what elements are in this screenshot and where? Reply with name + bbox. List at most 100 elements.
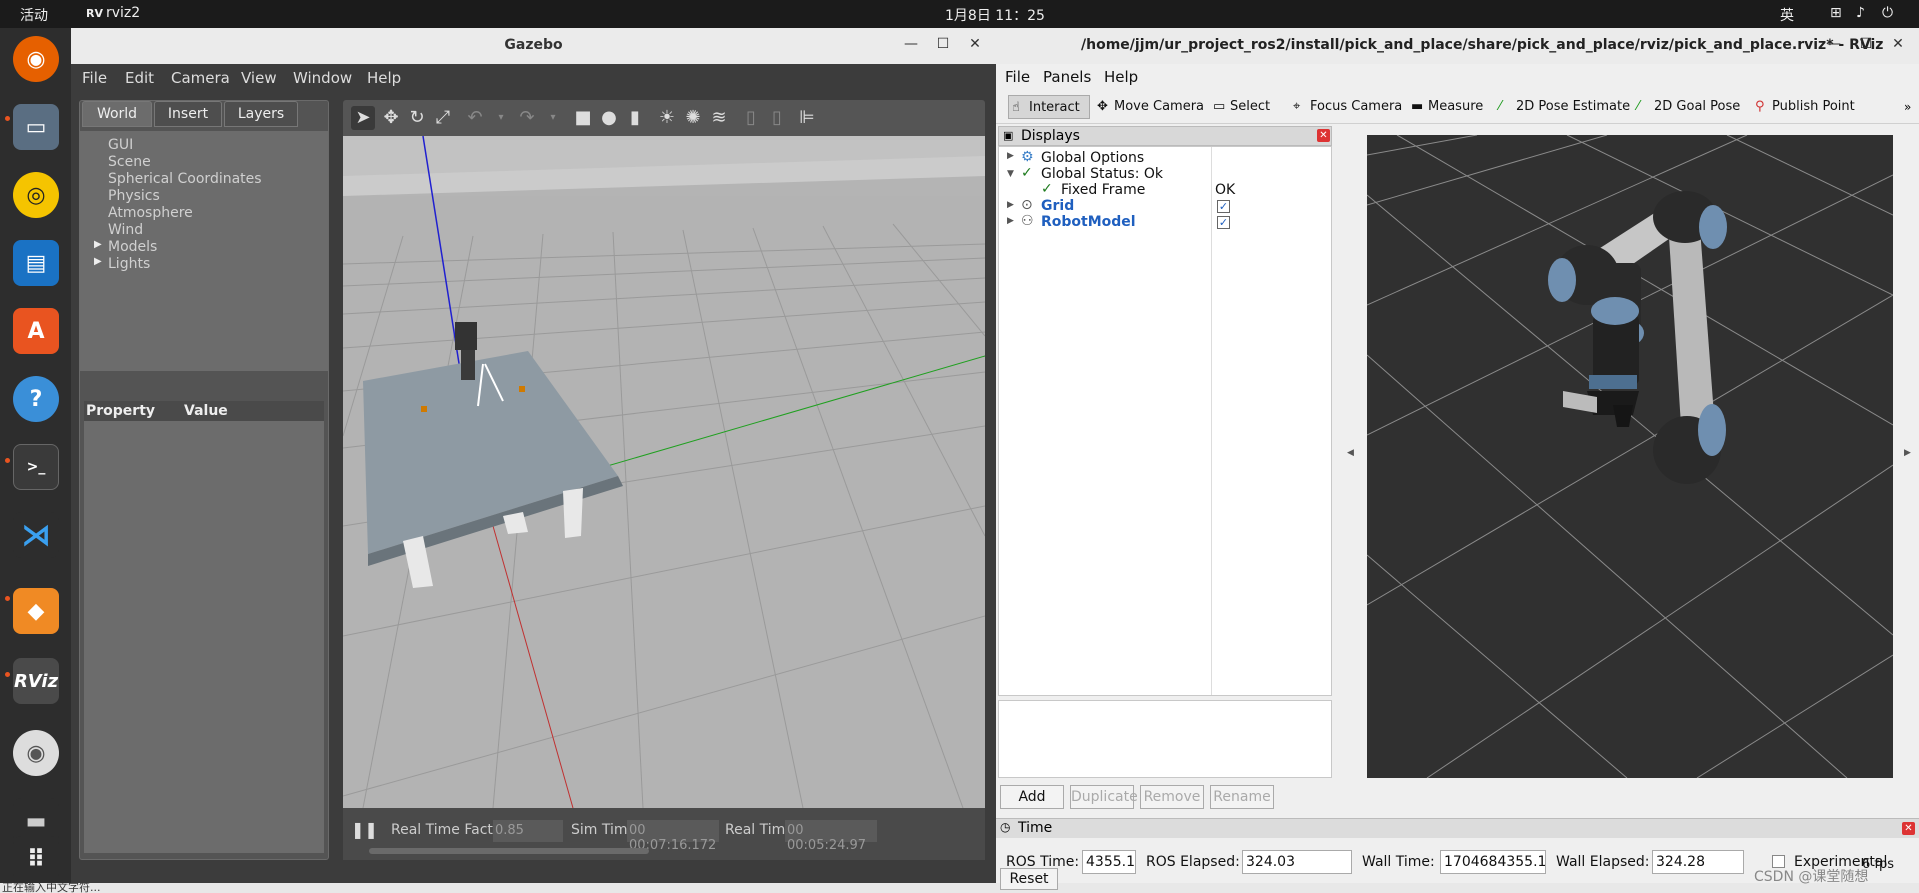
sphere-shape-icon[interactable]: ● xyxy=(597,106,621,130)
rviz-icon[interactable]: RViz xyxy=(13,658,59,704)
chevron-down-icon[interactable]: ▾ xyxy=(541,106,565,130)
tree-item-lights[interactable]: Lights xyxy=(108,256,150,272)
tool-2d-pose-estimate[interactable]: ⁄ 2D Pose Estimate xyxy=(1496,95,1634,119)
maximize-icon[interactable]: ☐ xyxy=(1856,36,1876,56)
menu-help[interactable]: Help xyxy=(1104,68,1138,86)
tool-select[interactable]: ▭ Select xyxy=(1210,95,1274,119)
chevron-down-icon[interactable]: ▾ xyxy=(489,106,513,130)
tool-publish-point[interactable]: ⚲ Publish Point xyxy=(1752,95,1859,119)
rhythmbox-icon[interactable]: ◎ xyxy=(13,172,59,218)
menu-edit[interactable]: Edit xyxy=(125,69,154,87)
tree-item-atmosphere[interactable]: Atmosphere xyxy=(108,205,193,221)
tree-item-spherical-coordinates[interactable]: Spherical Coordinates xyxy=(108,171,262,187)
expand-icon[interactable]: ▶ xyxy=(1007,216,1014,226)
wall-time-field[interactable]: 1704684355.14 xyxy=(1440,850,1546,874)
expand-icon[interactable]: ▶ xyxy=(94,256,102,267)
tool-move-camera[interactable]: ✥ Move Camera xyxy=(1094,95,1208,119)
remove-button[interactable]: Remove xyxy=(1140,785,1204,809)
collapse-left-icon[interactable]: ◀ xyxy=(1347,448,1354,458)
ros-time-field[interactable]: 4355.10 xyxy=(1082,850,1136,874)
gazebo-title-bar[interactable]: Gazebo — ☐ ✕ xyxy=(71,28,996,64)
point-light-icon[interactable]: ☀ xyxy=(655,106,679,130)
undo-icon[interactable]: ↶ xyxy=(463,106,487,130)
directional-light-icon[interactable]: ≋ xyxy=(707,106,731,130)
tab-layers[interactable]: Layers xyxy=(224,101,298,127)
menu-view[interactable]: View xyxy=(241,69,277,87)
gazebo-3d-viewport[interactable] xyxy=(343,136,985,808)
horizontal-scrollbar[interactable] xyxy=(369,848,649,854)
display-robot-model[interactable]: RobotModel xyxy=(1041,214,1136,230)
close-panel-icon[interactable]: ✕ xyxy=(1902,822,1915,835)
close-icon[interactable]: ✕ xyxy=(1888,36,1908,56)
activities-button[interactable]: 活动 xyxy=(20,5,48,25)
spot-light-icon[interactable]: ✺ xyxy=(681,106,705,130)
display-fixed-frame[interactable]: Fixed Frame xyxy=(1061,182,1145,198)
app-name[interactable]: rviz2 xyxy=(106,5,140,21)
minimize-icon[interactable]: — xyxy=(901,36,921,56)
box-shape-icon[interactable]: ■ xyxy=(571,106,595,130)
redo-icon[interactable]: ↷ xyxy=(515,106,539,130)
rviz-title-bar[interactable]: /home/jjm/ur_project_ros2/install/pick_a… xyxy=(996,28,1919,64)
rviz-3d-viewport[interactable] xyxy=(1367,135,1893,778)
expand-icon[interactable]: ▶ xyxy=(1007,151,1014,161)
menu-file[interactable]: File xyxy=(82,69,107,87)
tool-measure[interactable]: ▬ Measure xyxy=(1408,95,1487,119)
copy-icon[interactable]: ▯ xyxy=(739,106,763,130)
add-button[interactable]: Add xyxy=(1000,785,1064,809)
tool-interact[interactable]: ☝ Interact xyxy=(1008,95,1090,119)
cylinder-shape-icon[interactable]: ▮ xyxy=(623,106,647,130)
show-apps-icon[interactable]: ⠿ xyxy=(13,836,59,882)
tab-world[interactable]: World xyxy=(82,101,152,127)
files-icon[interactable]: ▭ xyxy=(13,104,59,150)
close-panel-icon[interactable]: ✕ xyxy=(1317,129,1330,142)
paste-icon[interactable]: ▯ xyxy=(765,106,789,130)
select-mode-icon[interactable]: ➤ xyxy=(351,106,375,130)
writer-icon[interactable]: ▤ xyxy=(13,240,59,286)
app-center-icon[interactable]: A xyxy=(13,308,59,354)
pause-icon[interactable]: ❚❚ xyxy=(351,820,378,839)
align-icon[interactable]: ⊫ xyxy=(795,106,819,130)
maximize-icon[interactable]: ☐ xyxy=(933,36,953,56)
input-method-indicator[interactable]: 英 xyxy=(1780,5,1794,25)
tree-item-physics[interactable]: Physics xyxy=(108,188,160,204)
ros-elapsed-field[interactable]: 324.03 xyxy=(1242,850,1352,874)
grid-enabled-checkbox[interactable]: ✓ xyxy=(1217,200,1230,213)
vscode-icon[interactable]: ⋊ xyxy=(13,512,59,558)
display-global-status[interactable]: Global Status: Ok xyxy=(1041,166,1163,182)
menu-file[interactable]: File xyxy=(1005,68,1030,86)
clock[interactable]: 1月8日 11：25 xyxy=(945,5,1045,25)
disc-icon[interactable]: ◉ xyxy=(13,730,59,776)
firefox-icon[interactable]: ◉ xyxy=(13,36,59,82)
display-grid[interactable]: Grid xyxy=(1041,198,1074,214)
terminal-icon[interactable]: >_ xyxy=(13,444,59,490)
tab-insert[interactable]: Insert xyxy=(154,101,222,127)
display-global-options[interactable]: Global Options xyxy=(1041,150,1144,166)
menu-window[interactable]: Window xyxy=(293,69,352,87)
menu-help[interactable]: Help xyxy=(367,69,401,87)
close-icon[interactable]: ✕ xyxy=(965,36,985,56)
collapse-right-icon[interactable]: ▶ xyxy=(1904,448,1911,458)
power-icon[interactable]: ⏻ xyxy=(1882,5,1893,21)
reset-button[interactable]: Reset xyxy=(1000,868,1058,890)
tree-item-wind[interactable]: Wind xyxy=(108,222,143,238)
menu-panels[interactable]: Panels xyxy=(1043,68,1091,86)
collapse-icon[interactable]: ▼ xyxy=(1007,169,1014,179)
translate-icon[interactable]: ✥ xyxy=(379,106,403,130)
menu-camera[interactable]: Camera xyxy=(171,69,230,87)
rotate-icon[interactable]: ↻ xyxy=(405,106,429,130)
network-icon[interactable]: ⊞ xyxy=(1830,5,1842,21)
tool-2d-goal-pose[interactable]: ⁄ 2D Goal Pose xyxy=(1634,95,1744,119)
tree-item-scene[interactable]: Scene xyxy=(108,154,151,170)
help-icon[interactable]: ? xyxy=(13,376,59,422)
expand-icon[interactable]: ▶ xyxy=(94,239,102,250)
tree-item-gui[interactable]: GUI xyxy=(108,137,133,153)
expand-icon[interactable]: ▶ xyxy=(1007,200,1014,210)
robot-model-enabled-checkbox[interactable]: ✓ xyxy=(1217,216,1230,229)
gazebo-icon[interactable]: ◆ xyxy=(13,588,59,634)
rename-button[interactable]: Rename xyxy=(1210,785,1274,809)
scale-icon[interactable]: ⤢ xyxy=(431,106,455,130)
tool-focus-camera[interactable]: ⌖ Focus Camera xyxy=(1290,95,1406,119)
tree-item-models[interactable]: Models xyxy=(108,239,157,255)
volume-icon[interactable]: ♪ xyxy=(1856,5,1865,21)
duplicate-button[interactable]: Duplicate xyxy=(1070,785,1138,809)
